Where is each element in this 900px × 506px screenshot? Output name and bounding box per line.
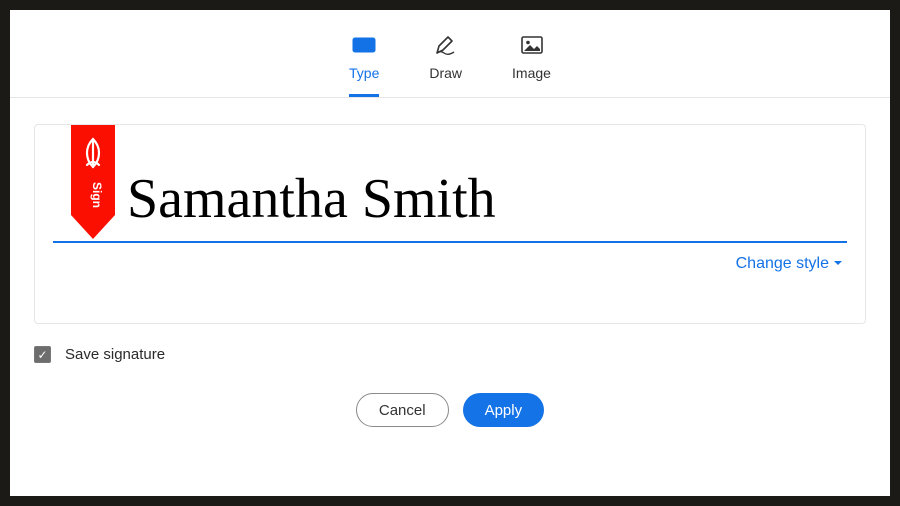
- tab-label: Draw: [429, 65, 462, 81]
- signature-method-tabs: Type Draw Image: [10, 10, 890, 98]
- signature-panel: Sign Change style: [34, 124, 866, 324]
- tab-label: Type: [349, 65, 379, 81]
- sign-here-bookmark: Sign: [71, 125, 115, 241]
- keyboard-icon: [352, 34, 376, 59]
- caret-down-icon: [833, 255, 843, 273]
- tab-image[interactable]: Image: [512, 34, 551, 97]
- save-signature-label: Save signature: [65, 346, 165, 363]
- save-signature-checkbox[interactable]: ✓: [34, 346, 51, 363]
- change-style-label: Change style: [736, 255, 829, 273]
- apply-button[interactable]: Apply: [463, 393, 545, 427]
- tab-label: Image: [512, 65, 551, 81]
- signature-input[interactable]: [125, 155, 845, 243]
- bookmark-icon: Sign: [71, 125, 115, 241]
- tab-draw[interactable]: Draw: [429, 34, 462, 97]
- tab-type[interactable]: Type: [349, 34, 379, 97]
- signature-baseline: [53, 241, 847, 243]
- save-signature-row: ✓ Save signature: [34, 346, 866, 363]
- dialog-footer: Cancel Apply: [10, 393, 890, 427]
- bookmark-text: Sign: [90, 182, 104, 208]
- checkmark-icon: ✓: [37, 348, 47, 362]
- image-icon: [520, 34, 544, 59]
- signature-dialog: Type Draw Image Sign Change st: [10, 10, 890, 496]
- pen-draw-icon: [434, 34, 458, 59]
- cancel-button[interactable]: Cancel: [356, 393, 449, 427]
- change-style-link[interactable]: Change style: [736, 255, 843, 273]
